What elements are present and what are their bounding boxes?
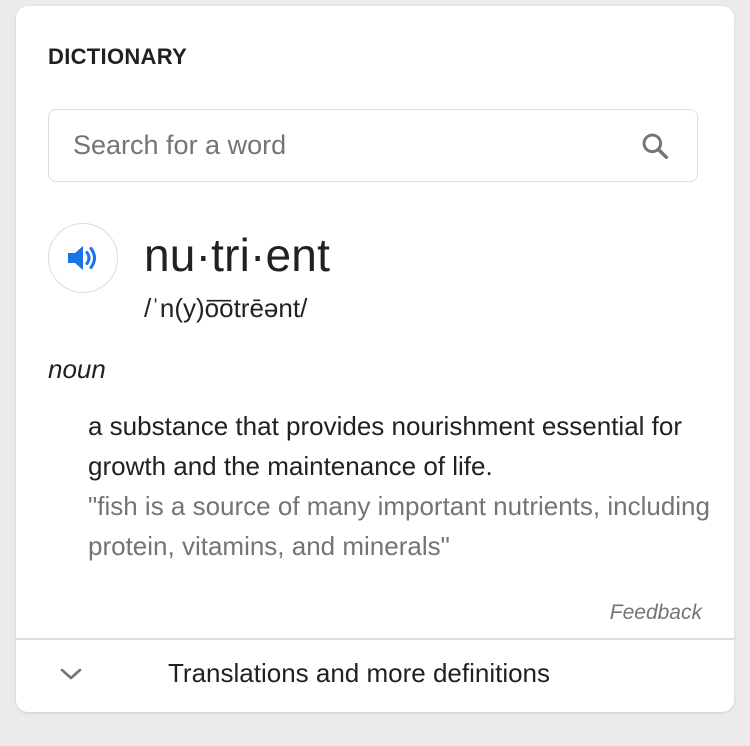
more-definitions-button[interactable]: Translations and more definitions [16,640,734,712]
part-of-speech: noun [48,354,106,384]
definition-text: a substance that provides nourishment es… [88,411,683,481]
search-icon[interactable] [639,130,671,162]
more-definitions-label: Translations and more definitions [168,658,551,688]
example-sentence: "fish is a source of many important nutr… [88,491,710,561]
feedback-link[interactable]: Feedback [610,601,702,625]
search-input[interactable] [73,110,613,180]
chevron-down-icon [58,664,84,689]
speaker-icon [68,246,96,270]
pronunciation-button[interactable] [48,223,118,293]
search-box[interactable] [48,109,698,182]
dictionary-card: DICTIONARY nu·tri·ent /ˈn(y)o͞otrēənt/ n… [16,6,734,712]
phonetic-spelling: /ˈn(y)o͞otrēənt/ [144,293,308,323]
headword: nu·tri·ent [144,229,331,281]
card-heading: DICTIONARY [48,44,188,69]
